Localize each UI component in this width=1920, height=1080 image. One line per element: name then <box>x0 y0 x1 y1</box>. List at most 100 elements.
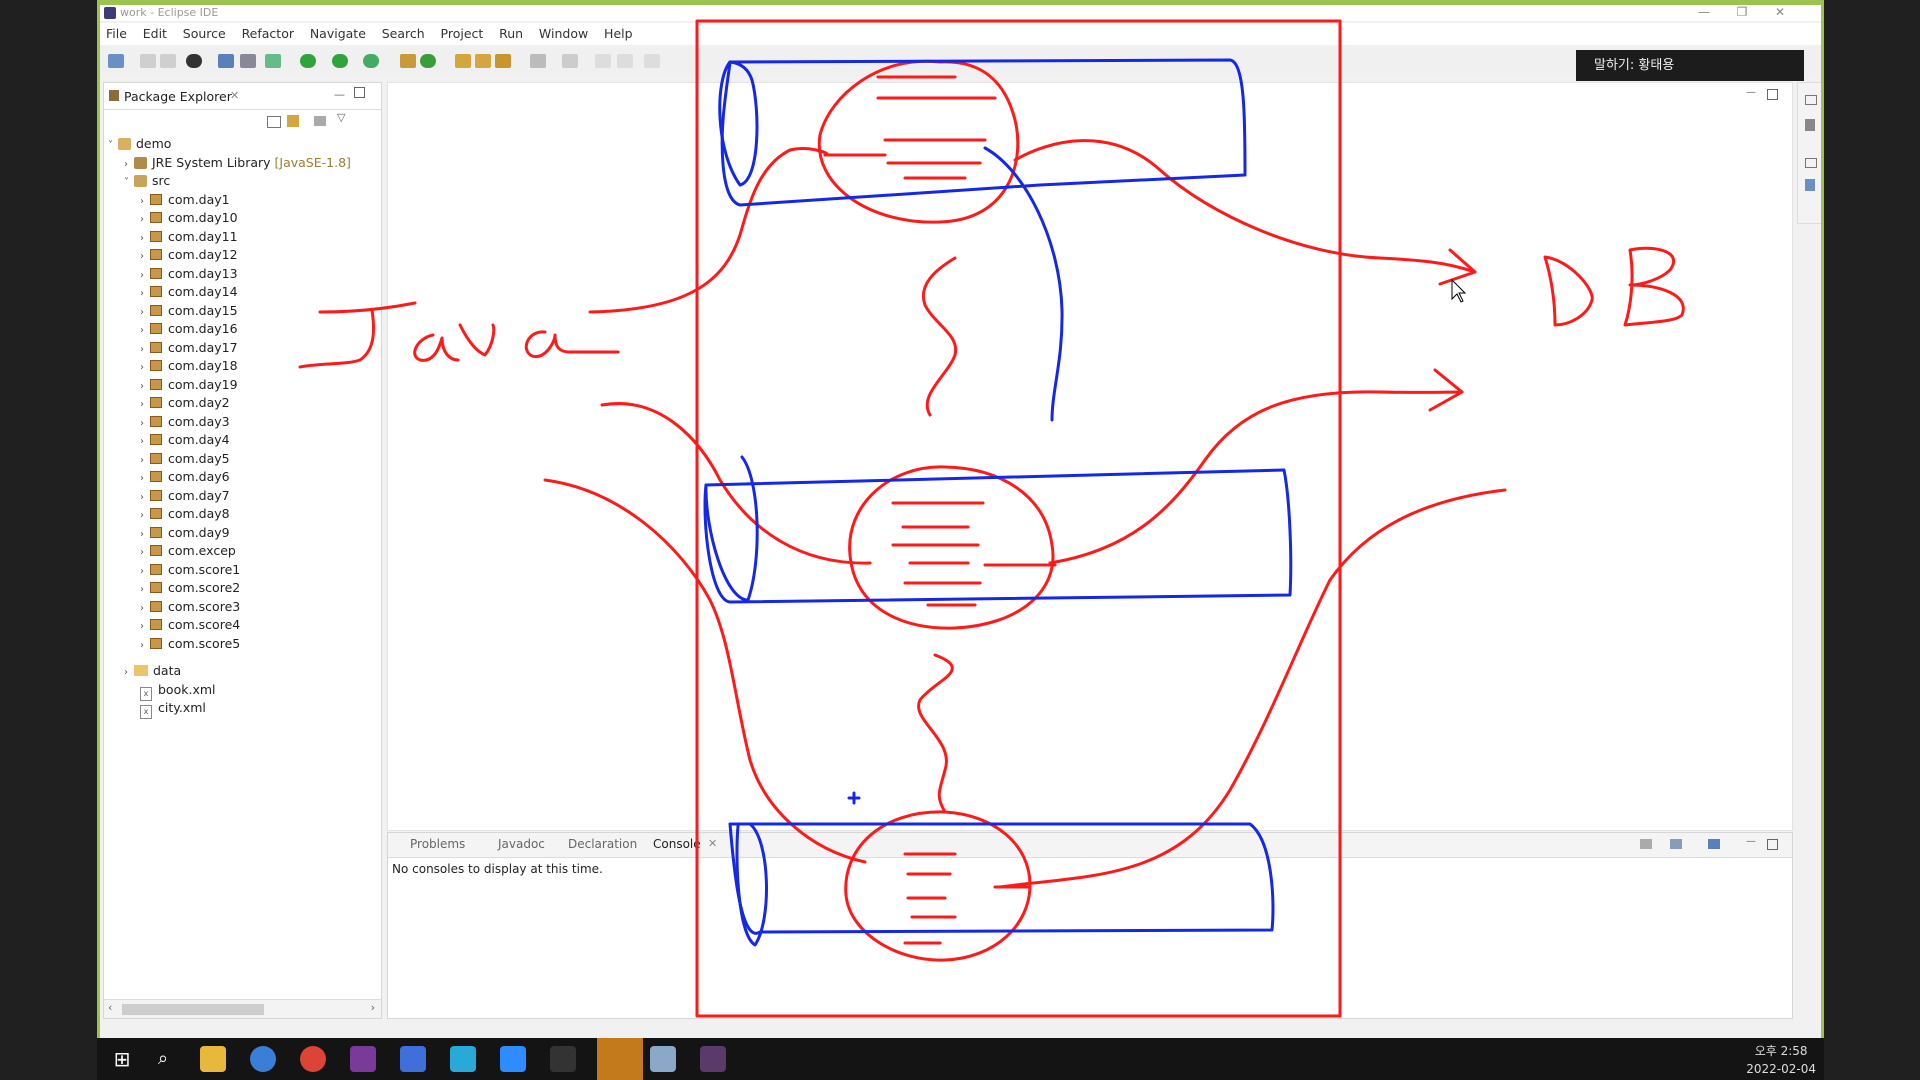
chevron-right-icon[interactable]: › <box>140 381 150 392</box>
menu-refactor[interactable]: Refactor <box>236 23 300 44</box>
search-icon[interactable] <box>495 54 511 68</box>
debug-icon[interactable] <box>265 54 281 68</box>
search-icon[interactable]: ⌕ <box>150 1046 176 1072</box>
coverage-icon[interactable] <box>332 54 348 68</box>
scrollbar-thumb[interactable] <box>122 1004 264 1015</box>
whiteboard-app-icon[interactable] <box>350 1046 376 1072</box>
tree-package-item[interactable]: › com.day17 <box>140 340 238 355</box>
package-explorer-tab[interactable]: Package Explorer ✕ — <box>104 83 381 110</box>
tree-package-item[interactable]: › com.score2 <box>140 580 240 595</box>
terminal-icon[interactable] <box>550 1046 576 1072</box>
scroll-right-icon[interactable]: › <box>371 1001 375 1014</box>
minimize-icon[interactable]: — <box>1686 5 1722 19</box>
tree-package-item[interactable]: › com.day4 <box>140 432 230 447</box>
new-java-package-icon[interactable] <box>400 54 416 68</box>
tree-package-item[interactable]: › com.excep <box>140 543 236 558</box>
menu-source[interactable]: Source <box>177 23 232 44</box>
chrome-icon[interactable] <box>300 1046 326 1072</box>
restore-icon[interactable]: ❐ <box>1724 5 1760 19</box>
forward-icon[interactable] <box>617 54 633 68</box>
tree-package-item[interactable]: › com.day8 <box>140 506 230 521</box>
tree-package-item[interactable]: › com.day15 <box>140 303 238 318</box>
menu-window[interactable]: Window <box>533 23 594 44</box>
tree-package-item[interactable]: › com.score4 <box>140 617 240 632</box>
kakaotalk-icon[interactable] <box>597 1038 643 1080</box>
file-explorer-icon[interactable] <box>200 1046 226 1072</box>
chevron-right-icon[interactable]: › <box>140 233 150 244</box>
close-view-icon[interactable]: ✕ <box>230 89 239 102</box>
open-task-icon[interactable] <box>475 54 491 68</box>
restore-view-icon[interactable] <box>1805 158 1817 168</box>
menu-file[interactable]: File <box>100 23 133 44</box>
scroll-left-icon[interactable]: ‹ <box>108 1001 112 1014</box>
tree-file-city-xml[interactable]: x city.xml <box>140 700 206 719</box>
editor-area[interactable]: — <box>387 82 1793 831</box>
external-tools-icon[interactable] <box>363 54 379 68</box>
tree-package-item[interactable]: › com.day1 <box>140 192 230 207</box>
chevron-right-icon[interactable]: › <box>140 307 150 318</box>
task-list-icon[interactable] <box>1805 179 1815 191</box>
chevron-right-icon[interactable]: › <box>124 667 134 678</box>
view-menu-icon[interactable]: ▽ <box>337 111 345 124</box>
tab-declaration[interactable]: Declaration <box>568 837 637 851</box>
zoom-icon[interactable] <box>500 1046 526 1072</box>
eclipse-icon[interactable] <box>700 1046 726 1072</box>
previous-annotation-icon[interactable] <box>562 54 578 68</box>
menu-help[interactable]: Help <box>598 23 639 44</box>
chevron-right-icon[interactable]: › <box>140 529 150 540</box>
minimize-view-icon[interactable]: — <box>334 88 345 101</box>
chevron-down-icon[interactable]: ˅ <box>108 140 118 151</box>
menu-project[interactable]: Project <box>435 23 490 44</box>
restore-view-icon[interactable] <box>1805 95 1817 105</box>
close-console-icon[interactable]: ✕ <box>708 837 717 850</box>
tree-package-item[interactable]: › com.day2 <box>140 395 230 410</box>
pin-console-icon[interactable] <box>1640 839 1652 849</box>
pen-app-icon[interactable] <box>450 1046 476 1072</box>
console-icon[interactable] <box>218 54 234 68</box>
tree-package-item[interactable]: › com.day5 <box>140 451 230 466</box>
display-console-icon[interactable] <box>1670 839 1682 849</box>
maximize-editor-icon[interactable] <box>1767 89 1778 100</box>
chevron-right-icon[interactable]: › <box>140 455 150 466</box>
open-console-icon[interactable] <box>1708 839 1720 849</box>
tab-console[interactable]: Console <box>653 837 701 851</box>
chevron-right-icon[interactable]: › <box>140 640 150 651</box>
chevron-right-icon[interactable]: › <box>140 492 150 503</box>
tab-problems[interactable]: Problems <box>410 837 465 851</box>
tree-package-item[interactable]: › com.day13 <box>140 266 238 281</box>
menu-edit[interactable]: Edit <box>137 23 173 44</box>
tree-project-demo[interactable]: ˅ demo <box>108 136 171 151</box>
chevron-right-icon[interactable]: › <box>140 251 150 262</box>
chevron-right-icon[interactable]: › <box>140 399 150 410</box>
chevron-right-icon[interactable]: › <box>140 473 150 484</box>
notes-app-icon[interactable] <box>650 1046 676 1072</box>
chat-icon[interactable] <box>250 1046 276 1072</box>
menu-run[interactable]: Run <box>493 23 529 44</box>
save-all-icon[interactable] <box>160 54 176 68</box>
tree-package-item[interactable]: › com.day11 <box>140 229 238 244</box>
last-edit-icon[interactable] <box>644 54 660 68</box>
maximize-panel-icon[interactable] <box>1767 839 1778 850</box>
tab-javadoc[interactable]: Javadoc <box>498 837 545 851</box>
tree-package-item[interactable]: › com.day6 <box>140 469 230 484</box>
system-clock[interactable]: 오후 2:58 2022-02-04 <box>1746 1042 1816 1078</box>
chevron-right-icon[interactable]: › <box>140 621 150 632</box>
tree-package-item[interactable]: › com.day10 <box>140 210 238 225</box>
tree-file-book-xml[interactable]: x book.xml <box>140 682 216 701</box>
chevron-right-icon[interactable]: › <box>140 214 150 225</box>
chevron-down-icon[interactable]: ˅ <box>124 177 134 188</box>
menu-search[interactable]: Search <box>376 23 431 44</box>
tree-package-item[interactable]: › com.day7 <box>140 488 230 503</box>
skip-breakpoints-icon[interactable] <box>240 54 256 68</box>
filter-icon[interactable] <box>314 116 326 126</box>
chevron-right-icon[interactable]: › <box>140 270 150 281</box>
tree-package-item[interactable]: › com.day18 <box>140 358 238 373</box>
vpn-icon[interactable] <box>400 1046 426 1072</box>
save-icon[interactable] <box>140 54 156 68</box>
chevron-right-icon[interactable]: › <box>140 362 150 373</box>
tree-data-folder[interactable]: › data <box>124 663 181 678</box>
tree-package-item[interactable]: › com.day12 <box>140 247 238 262</box>
back-icon[interactable] <box>595 54 611 68</box>
next-annotation-icon[interactable] <box>530 54 546 68</box>
chevron-right-icon[interactable]: › <box>140 196 150 207</box>
